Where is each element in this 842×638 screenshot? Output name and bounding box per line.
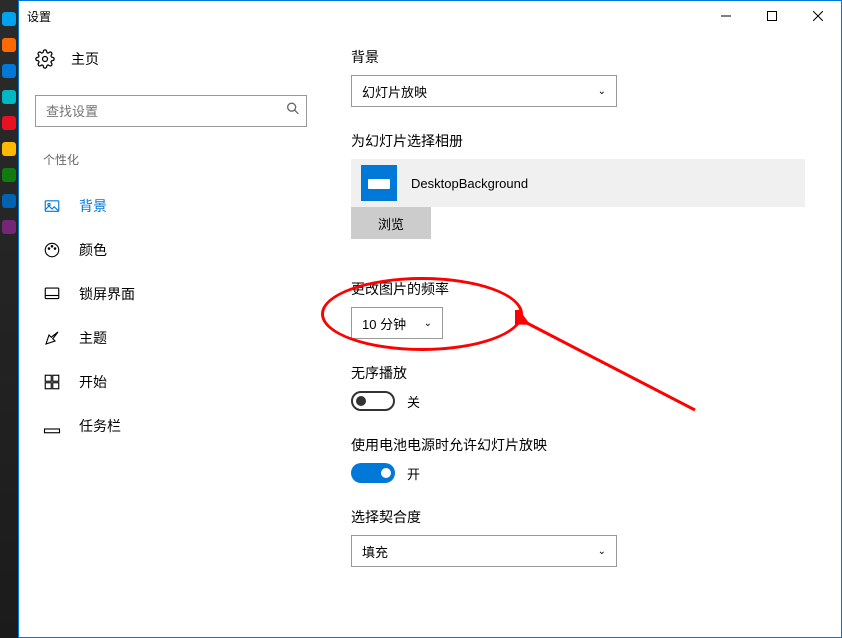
picture-icon bbox=[43, 197, 61, 215]
shuffle-label: 无序播放 bbox=[351, 363, 821, 383]
nav-item-taskbar[interactable]: 任务栏 bbox=[27, 404, 319, 448]
nav-item-lockscreen[interactable]: 锁屏界面 bbox=[27, 272, 319, 316]
search-icon[interactable] bbox=[285, 101, 301, 122]
taskbar-icon bbox=[43, 417, 61, 435]
close-button[interactable] bbox=[795, 1, 841, 31]
window-title: 设置 bbox=[27, 8, 51, 25]
album-label: 为幻灯片选择相册 bbox=[351, 131, 821, 151]
sidebar: 主页 个性化 背景 bbox=[19, 31, 319, 637]
toggle-state: 关 bbox=[407, 392, 420, 411]
settings-window: 设置 主页 bbox=[18, 0, 842, 638]
background-label: 背景 bbox=[351, 47, 821, 67]
folder-icon bbox=[361, 165, 397, 201]
chevron-down-icon: ⌄ bbox=[424, 318, 432, 329]
lockscreen-icon bbox=[43, 285, 61, 303]
nav-item-colors[interactable]: 颜色 bbox=[27, 228, 319, 272]
shuffle-toggle[interactable] bbox=[351, 391, 395, 411]
folder-name: DesktopBackground bbox=[411, 176, 528, 191]
nav-item-start[interactable]: 开始 bbox=[27, 360, 319, 404]
album-folder-row[interactable]: DesktopBackground bbox=[351, 159, 805, 207]
titlebar: 设置 bbox=[19, 1, 841, 31]
nav-label: 背景 bbox=[79, 196, 107, 216]
fit-label: 选择契合度 bbox=[351, 507, 821, 527]
browse-button[interactable]: 浏览 bbox=[351, 207, 431, 239]
home-label: 主页 bbox=[71, 49, 99, 69]
section-label: 个性化 bbox=[27, 151, 319, 168]
minimize-button[interactable] bbox=[703, 1, 749, 31]
chevron-down-icon: ⌄ bbox=[598, 546, 606, 557]
window-controls bbox=[703, 1, 841, 31]
nav-list: 背景 颜色 锁屏界面 bbox=[27, 184, 319, 448]
gear-icon bbox=[35, 49, 55, 69]
nav-label: 开始 bbox=[79, 372, 107, 392]
background-dropdown[interactable]: 幻灯片放映 ⌄ bbox=[351, 75, 617, 107]
home-link[interactable]: 主页 bbox=[27, 39, 319, 79]
chevron-down-icon: ⌄ bbox=[598, 86, 606, 97]
nav-item-background[interactable]: 背景 bbox=[27, 184, 319, 228]
frequency-dropdown[interactable]: 10 分钟 ⌄ bbox=[351, 307, 443, 339]
main-panel: 背景 幻灯片放映 ⌄ 为幻灯片选择相册 DesktopBackground 浏览… bbox=[319, 31, 841, 637]
dropdown-value: 幻灯片放映 bbox=[362, 82, 427, 101]
battery-label: 使用电池电源时允许幻灯片放映 bbox=[351, 435, 821, 455]
nav-label: 锁屏界面 bbox=[79, 284, 135, 304]
battery-toggle[interactable] bbox=[351, 463, 395, 483]
maximize-button[interactable] bbox=[749, 1, 795, 31]
theme-icon bbox=[43, 329, 61, 347]
dropdown-value: 10 分钟 bbox=[362, 314, 406, 333]
nav-label: 任务栏 bbox=[79, 416, 121, 436]
palette-icon bbox=[43, 241, 61, 259]
nav-item-themes[interactable]: 主题 bbox=[27, 316, 319, 360]
nav-label: 颜色 bbox=[79, 240, 107, 260]
nav-label: 主题 bbox=[79, 328, 107, 348]
fit-dropdown[interactable]: 填充 ⌄ bbox=[351, 535, 617, 567]
taskbar-sliver bbox=[0, 0, 18, 638]
start-icon bbox=[43, 373, 61, 391]
frequency-label: 更改图片的频率 bbox=[351, 279, 821, 299]
toggle-state: 开 bbox=[407, 464, 420, 483]
search-input[interactable] bbox=[35, 95, 307, 127]
dropdown-value: 填充 bbox=[362, 542, 388, 561]
